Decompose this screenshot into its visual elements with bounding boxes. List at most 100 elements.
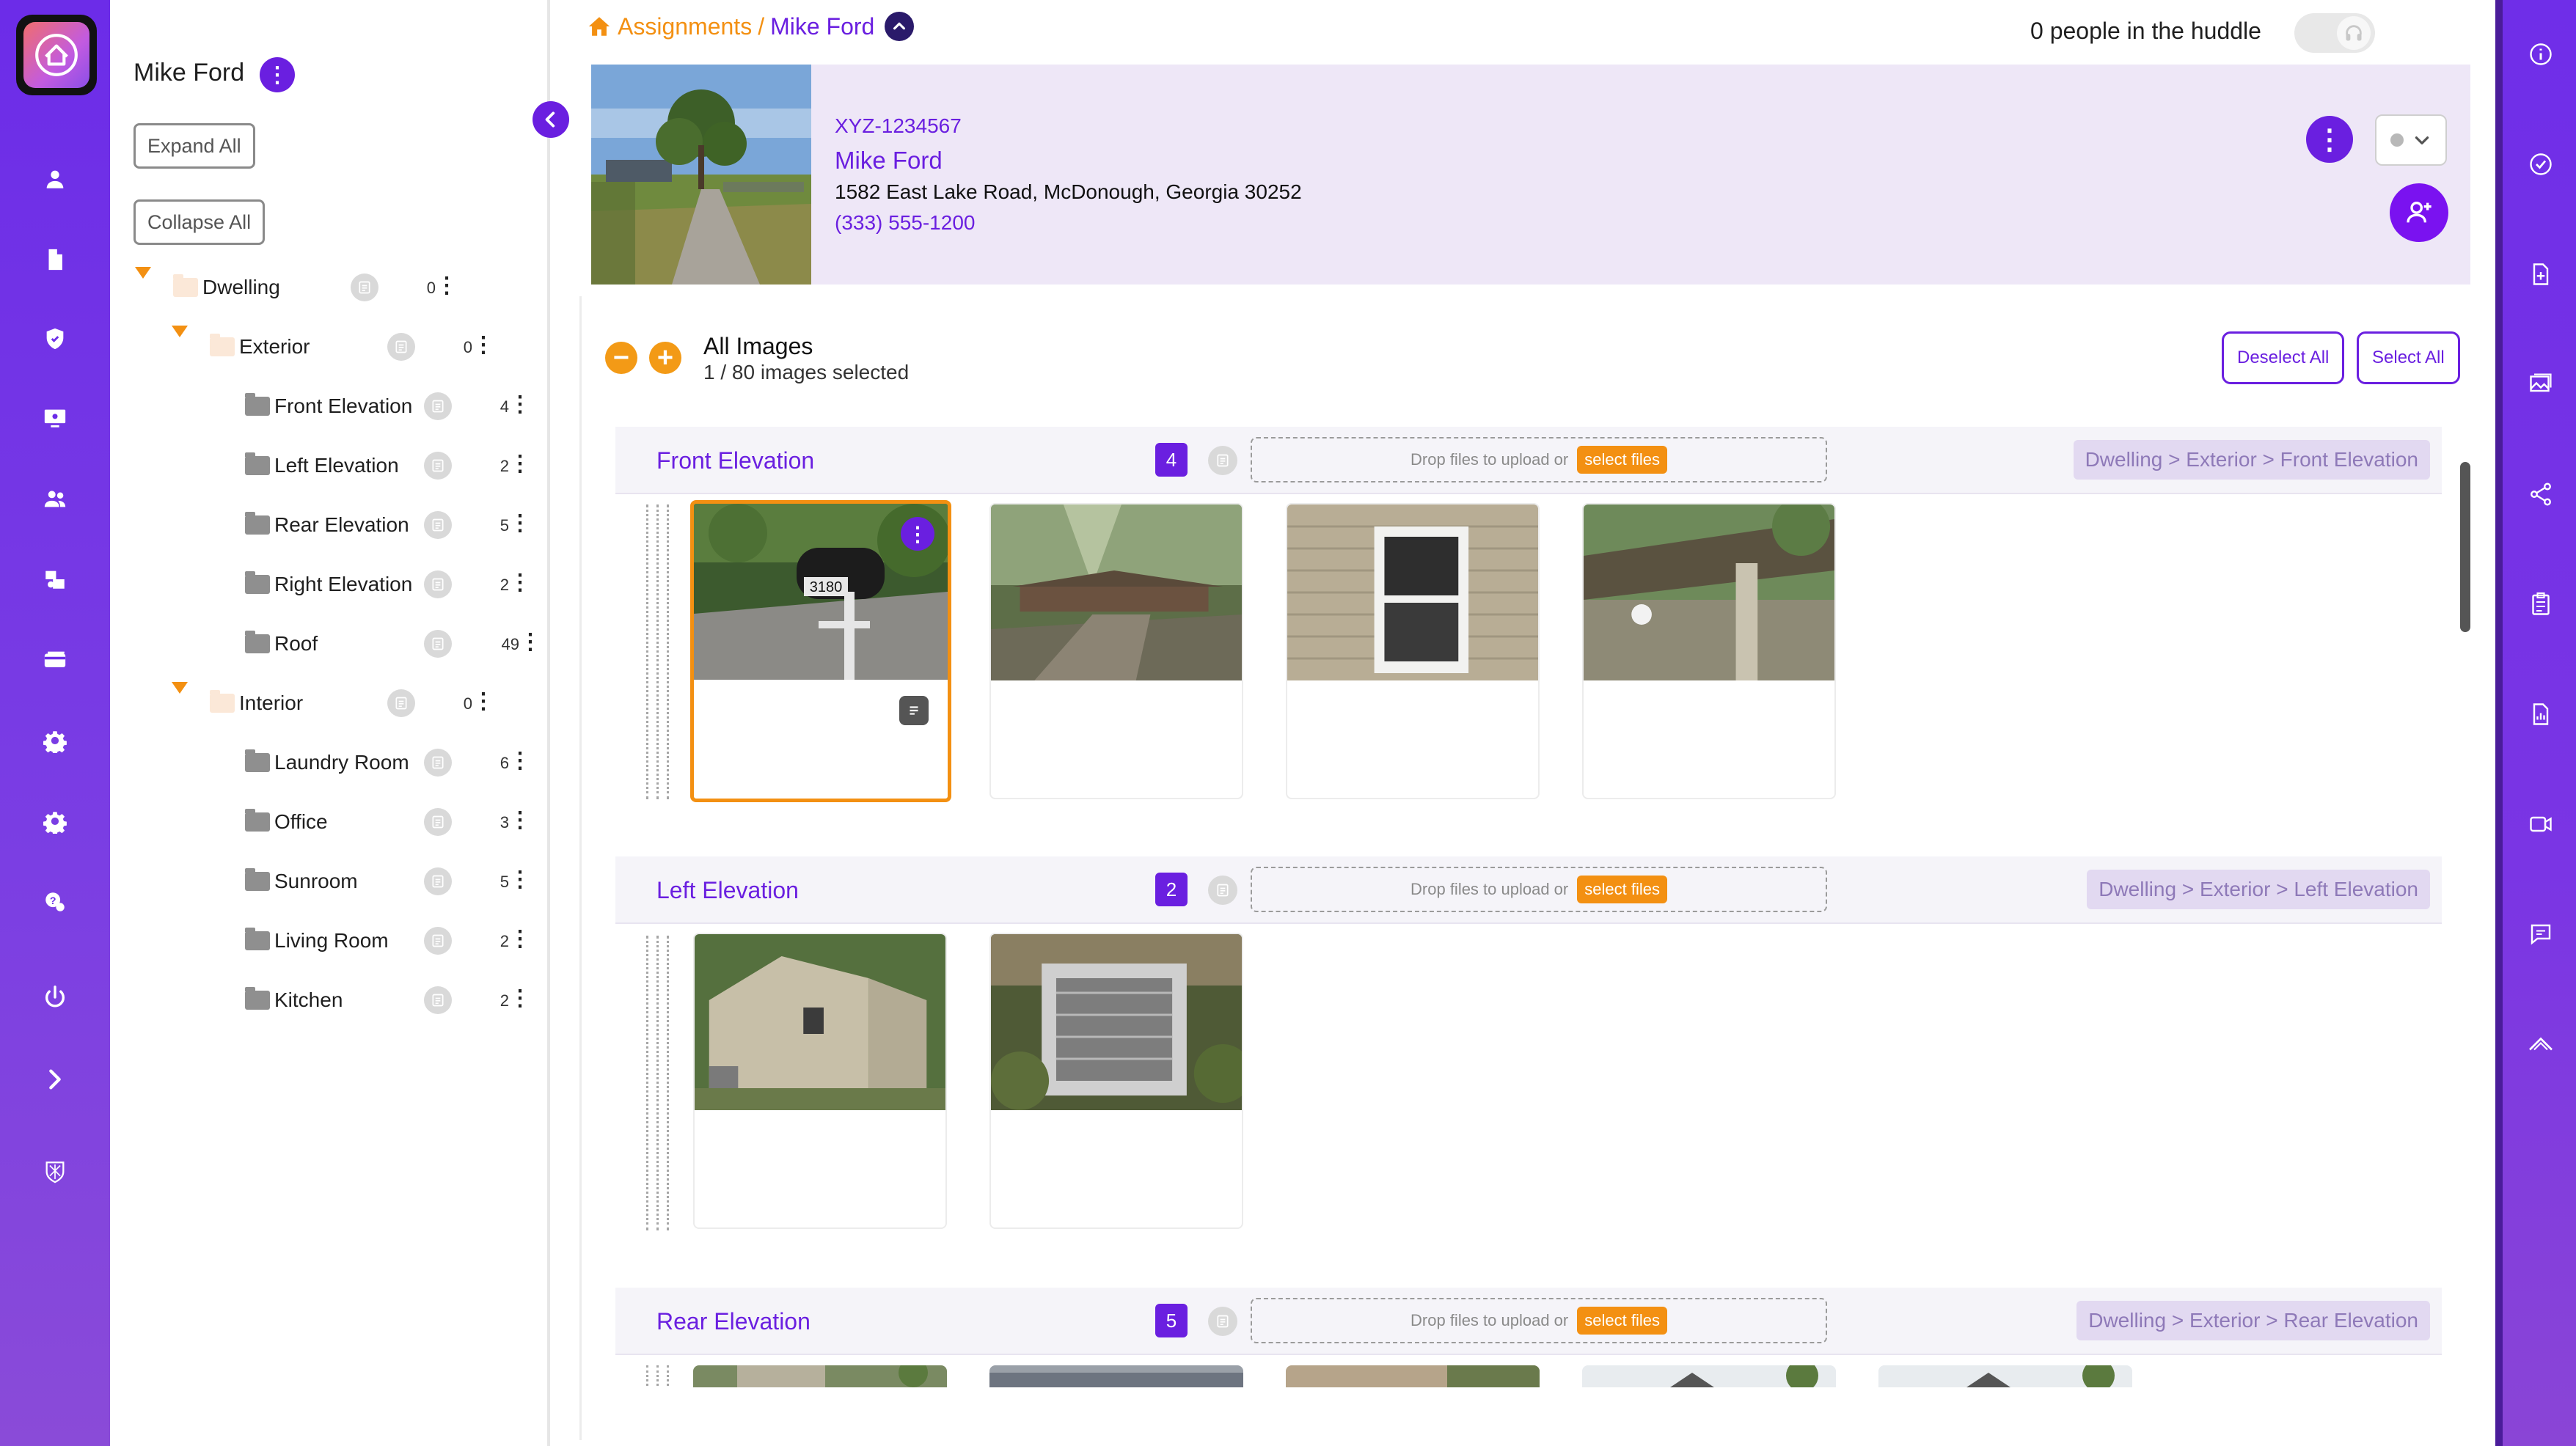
info-icon[interactable] bbox=[2523, 37, 2558, 72]
image-thumbnail[interactable] bbox=[695, 934, 945, 1110]
add-file-icon[interactable] bbox=[2523, 257, 2558, 292]
drag-handle[interactable] bbox=[646, 504, 680, 799]
tree-node-menu[interactable]: ⋮ bbox=[509, 926, 531, 952]
support-icon[interactable]: ? bbox=[33, 880, 77, 924]
tree-node-exterior[interactable]: Exterior bbox=[210, 325, 310, 369]
tree-node-menu[interactable]: ⋮ bbox=[509, 867, 531, 892]
tree-node-front-elevation[interactable]: Front Elevation bbox=[245, 384, 412, 428]
notes-icon[interactable] bbox=[1208, 1307, 1237, 1336]
user-icon[interactable] bbox=[33, 157, 77, 201]
notes-icon[interactable] bbox=[1208, 446, 1237, 475]
image-thumbnail[interactable] bbox=[1878, 1365, 2132, 1387]
image-card[interactable] bbox=[1582, 503, 1836, 799]
select-files-button[interactable]: select files bbox=[1577, 876, 1667, 903]
collapse-all-button[interactable]: Collapse All bbox=[133, 199, 266, 245]
image-thumbnail[interactable] bbox=[693, 1365, 947, 1387]
select-all-button[interactable]: Select All bbox=[2357, 331, 2460, 384]
caret-down-icon[interactable] bbox=[172, 326, 188, 337]
property-photo[interactable] bbox=[591, 65, 811, 285]
tree-node-roof[interactable]: Roof bbox=[245, 622, 318, 666]
phone-number[interactable]: (333) 555-1200 bbox=[835, 211, 975, 235]
power-icon[interactable] bbox=[33, 975, 77, 1019]
insured-name[interactable]: Mike Ford bbox=[835, 147, 943, 175]
chevron-right-icon[interactable] bbox=[33, 1057, 77, 1101]
drag-handle[interactable] bbox=[646, 936, 680, 1230]
huddle-toggle[interactable] bbox=[2294, 13, 2375, 53]
report-icon[interactable] bbox=[2523, 697, 2558, 732]
collapse-panel-button[interactable] bbox=[533, 101, 569, 138]
content-scrollbar[interactable] bbox=[2460, 462, 2470, 632]
gallery-icon[interactable] bbox=[2523, 367, 2558, 402]
status-dropdown[interactable] bbox=[2375, 114, 2447, 166]
tree-node-office[interactable]: Office bbox=[245, 800, 328, 844]
notes-icon[interactable] bbox=[424, 570, 452, 598]
caret-down-icon[interactable] bbox=[172, 682, 188, 694]
notes-icon[interactable] bbox=[424, 392, 452, 420]
clipboard-icon[interactable] bbox=[2523, 587, 2558, 622]
tree-node-rear-elevation[interactable]: Rear Elevation bbox=[245, 503, 409, 547]
image-card[interactable]: 3180 ⋮ bbox=[690, 500, 951, 802]
home-icon[interactable] bbox=[587, 14, 612, 39]
caret-down-icon[interactable] bbox=[135, 267, 151, 279]
tree-node-sunroom[interactable]: Sunroom bbox=[245, 859, 358, 903]
tree-node-living-room[interactable]: Living Room bbox=[245, 919, 389, 963]
card-icon[interactable] bbox=[33, 638, 77, 682]
notes-icon[interactable] bbox=[387, 333, 415, 361]
app-logo[interactable] bbox=[16, 15, 97, 95]
image-note-icon[interactable] bbox=[899, 696, 929, 725]
image-card[interactable] bbox=[989, 503, 1243, 799]
share-icon[interactable] bbox=[2523, 477, 2558, 512]
tree-node-menu[interactable]: ⋮ bbox=[509, 807, 531, 833]
video-icon[interactable] bbox=[2523, 807, 2558, 842]
expand-groups-button[interactable]: + bbox=[649, 342, 681, 374]
image-thumbnail[interactable] bbox=[991, 504, 1242, 680]
breadcrumb-assignments-link[interactable]: Assignments bbox=[618, 13, 752, 40]
header-menu-button[interactable]: ⋮ bbox=[2306, 116, 2353, 163]
document-icon[interactable] bbox=[33, 238, 77, 282]
gear-icon[interactable] bbox=[33, 799, 77, 843]
upload-dropzone[interactable]: Drop files to upload or select files bbox=[1251, 867, 1827, 912]
tree-node-dwelling[interactable]: Dwelling bbox=[173, 265, 280, 309]
select-files-button[interactable]: select files bbox=[1577, 446, 1667, 474]
image-card[interactable] bbox=[1286, 503, 1540, 799]
user-menu-button[interactable]: ⋮ bbox=[260, 57, 295, 92]
tree-node-menu[interactable]: ⋮ bbox=[509, 986, 531, 1011]
notes-icon[interactable] bbox=[387, 689, 415, 717]
group-header-left-elevation[interactable]: Left Elevation 2 Drop files to upload or… bbox=[615, 856, 2442, 924]
notes-icon[interactable] bbox=[424, 630, 452, 658]
assign-user-button[interactable] bbox=[2390, 183, 2448, 242]
image-thumbnail[interactable] bbox=[991, 934, 1242, 1110]
notes-icon[interactable] bbox=[424, 927, 452, 955]
notes-icon[interactable] bbox=[424, 808, 452, 836]
notes-icon[interactable] bbox=[424, 452, 452, 480]
expand-all-button[interactable]: Expand All bbox=[133, 123, 255, 169]
tree-node-menu[interactable]: ⋮ bbox=[509, 748, 531, 774]
roof-icon[interactable] bbox=[2523, 1027, 2558, 1062]
image-thumbnail[interactable] bbox=[1582, 1365, 1836, 1387]
notes-icon[interactable] bbox=[424, 867, 452, 895]
drag-handle[interactable] bbox=[646, 1365, 680, 1386]
tree-node-menu[interactable]: ⋮ bbox=[472, 332, 494, 358]
tree-node-menu[interactable]: ⋮ bbox=[519, 629, 541, 655]
upload-dropzone[interactable]: Drop files to upload or select files bbox=[1251, 437, 1827, 482]
tree-node-left-elevation[interactable]: Left Elevation bbox=[245, 444, 399, 488]
image-thumbnail[interactable] bbox=[1584, 504, 1834, 680]
tree-node-menu[interactable]: ⋮ bbox=[509, 451, 531, 477]
chat-icon[interactable] bbox=[2523, 917, 2558, 952]
notes-icon[interactable] bbox=[351, 274, 378, 301]
notes-icon[interactable] bbox=[424, 986, 452, 1014]
tree-node-laundry-room[interactable]: Laundry Room bbox=[245, 741, 409, 785]
image-thumbnail[interactable] bbox=[1287, 504, 1538, 680]
shield-icon[interactable] bbox=[33, 317, 77, 361]
collapse-groups-button[interactable]: − bbox=[605, 342, 637, 374]
image-thumbnail[interactable] bbox=[989, 1365, 1243, 1387]
notes-icon[interactable] bbox=[1208, 876, 1237, 905]
tree-node-menu[interactable]: ⋮ bbox=[509, 510, 531, 536]
image-menu-button[interactable]: ⋮ bbox=[901, 517, 934, 551]
check-circle-icon[interactable] bbox=[2523, 147, 2558, 182]
group-header-rear-elevation[interactable]: Rear Elevation 5 Drop files to upload or… bbox=[615, 1288, 2442, 1355]
tree-node-interior[interactable]: Interior bbox=[210, 681, 303, 725]
users-icon[interactable] bbox=[33, 477, 77, 521]
tree-node-menu[interactable]: ⋮ bbox=[436, 273, 458, 298]
image-thumbnail[interactable] bbox=[1286, 1365, 1540, 1387]
